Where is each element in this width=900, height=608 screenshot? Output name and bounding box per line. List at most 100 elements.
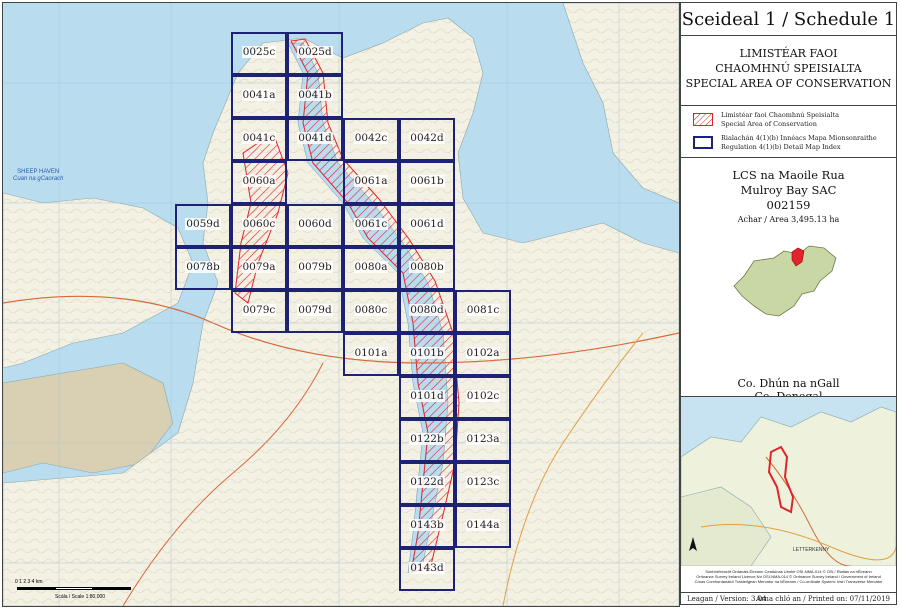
detail-map-cell-0080a[interactable]: 0080a [343, 247, 399, 290]
detail-map-cell-0102a[interactable]: 0102a [455, 333, 511, 376]
cell-label: 0123c [465, 476, 501, 488]
cell-label: 0101b [409, 347, 445, 359]
legend-item-sac: Limistéar faoi Chaomhnú Speisialta Speci… [693, 110, 893, 132]
cell-label: 0081c [465, 304, 501, 316]
cell-label: 0122d [409, 476, 445, 488]
scale-caption: Scála / Scale 1:80,000 [55, 594, 106, 600]
legend-item-index: Rialachán 4(1)(b) Innéacs Mapa Mionsonra… [693, 133, 893, 155]
detail-map-cell-0060a[interactable]: 0060a [231, 161, 287, 204]
cell-label: 0078b [185, 261, 221, 273]
cell-label: 0079b [297, 261, 333, 273]
version-number: Leagan / Version: 3.04 [687, 595, 767, 603]
cell-label: 0080a [353, 261, 389, 273]
cell-label: 0061b [409, 175, 445, 187]
detail-map-cell-0025d[interactable]: 0025d [287, 32, 343, 75]
schedule-title: Sceideal 1 / Schedule 1 [681, 9, 896, 30]
detail-map-cell-0143d[interactable]: 0143d [399, 548, 455, 591]
credit-line3: Córas Comhordanáidí Trasteilgean Mercato… [694, 579, 883, 584]
cell-label: 0123a [465, 433, 501, 445]
detail-map-cell-0079a[interactable]: 0079a [231, 247, 287, 290]
cell-label: 0102c [465, 390, 501, 402]
detail-map-cell-0079d[interactable]: 0079d [287, 290, 343, 333]
detail-map-cell-0060c[interactable]: 0060c [231, 204, 287, 247]
title-block: Sceideal 1 / Schedule 1 LIMISTÉAR FAOI C… [680, 2, 897, 605]
main-map[interactable]: SHEEP HAVEN Cuan na gCaorach 0025c 0025d 0… [2, 2, 680, 607]
cell-label: 0042c [353, 132, 389, 144]
cell-label: 0122b [409, 433, 445, 445]
scale-ticks: 0 1 2 3 4 km [15, 579, 43, 585]
detail-map-cell-0101b[interactable]: 0101b [399, 333, 455, 376]
cell-label: 0061a [353, 175, 389, 187]
map-sheet: SHEEP HAVEN Cuan na gCaorach 0025c 0025d 0… [0, 0, 900, 608]
legend-sac-ga: Limistéar faoi Chaomhnú Speisialta [721, 111, 839, 119]
scale-bar: 0 1 2 3 4 km Scála / Scale 1:80,000 [15, 578, 155, 604]
detail-map-cell-0078b[interactable]: 0078b [175, 247, 231, 290]
cell-label: 0061d [409, 218, 445, 230]
detail-map-cell-0041d[interactable]: 0041d [287, 118, 343, 161]
detail-map-cell-0061a[interactable]: 0061a [343, 161, 399, 204]
detail-map-cell-0061c[interactable]: 0061c [343, 204, 399, 247]
box-swatch-icon [693, 136, 713, 149]
detail-map-cell-0060d[interactable]: 0060d [287, 204, 343, 247]
detail-map-cell-0123a[interactable]: 0123a [455, 419, 511, 462]
cell-label: 0025d [297, 46, 333, 58]
detail-map-cell-0101d[interactable]: 0101d [399, 376, 455, 419]
detail-map-cell-0042c[interactable]: 0042c [343, 118, 399, 161]
detail-map-cell-0041b[interactable]: 0041b [287, 75, 343, 118]
detail-map-cell-0079b[interactable]: 0079b [287, 247, 343, 290]
cell-label: 0080c [353, 304, 389, 316]
cell-label: 0041c [241, 132, 277, 144]
cell-label: 0061c [353, 218, 389, 230]
cell-label: 0101d [409, 390, 445, 402]
site-area: Achar / Area 3,495.13 ha [737, 215, 840, 224]
site-info: LCS na Maoile Rua Mulroy Bay SAC 002159 … [681, 158, 896, 403]
cell-label: 0041a [241, 89, 277, 101]
detail-map-cell-0101a[interactable]: 0101a [343, 333, 399, 376]
detail-map-cell-0081c[interactable]: 0081c [455, 290, 511, 333]
legend-sac-en: Special Area of Conservation [721, 119, 817, 128]
cell-label: 0041b [297, 89, 333, 101]
site-code: 002159 [766, 198, 811, 212]
detail-map-cell-0041c[interactable]: 0041c [231, 118, 287, 161]
detail-map-cell-0122b[interactable]: 0122b [399, 419, 455, 462]
inset-map: LETTERKENNY [680, 396, 897, 567]
legend-index-en: Regulation 4(1)(b) Detail Map Index [721, 142, 841, 151]
cell-label: 0143b [409, 519, 445, 531]
cell-label: 0143d [409, 562, 445, 574]
detail-map-cell-0061b[interactable]: 0061b [399, 161, 455, 204]
cell-label: 0079d [297, 304, 333, 316]
detail-map-cell-0025c[interactable]: 0025c [231, 32, 287, 75]
cell-label: 0042d [409, 132, 445, 144]
detail-map-cell-0122d[interactable]: 0122d [399, 462, 455, 505]
credits: Suirbhéireacht Ordanáis Éireann Ceadúnas… [681, 566, 896, 593]
print-date: Arna chló an / Printed on: 07/11/2019 [755, 595, 890, 603]
cell-label: 0080b [409, 261, 445, 273]
detail-map-cell-0079c[interactable]: 0079c [231, 290, 287, 333]
version-row: Leagan / Version: 3.04 Arna chló an / Pr… [681, 593, 896, 605]
legend-index-ga: Rialachán 4(1)(b) Innéacs Mapa Mionsonra… [721, 134, 877, 142]
hatch-swatch-icon [693, 113, 713, 126]
cell-label: 0059d [185, 218, 221, 230]
detail-map-cell-0041a[interactable]: 0041a [231, 75, 287, 118]
detail-map-cell-0080d[interactable]: 0080d [399, 290, 455, 333]
cell-label: 0060c [241, 218, 277, 230]
cell-label: 0060a [241, 175, 277, 187]
cell-label: 0025c [241, 46, 277, 58]
detail-map-cell-0123c[interactable]: 0123c [455, 462, 511, 505]
designation-line2: CHAOMHNÚ SPEISIALTA [715, 62, 862, 75]
detail-map-cell-0080c[interactable]: 0080c [343, 290, 399, 333]
cell-label: 0060d [297, 218, 333, 230]
detail-map-cell-0061d[interactable]: 0061d [399, 204, 455, 247]
cell-label: 0079a [241, 261, 277, 273]
cell-label: 0080d [409, 304, 445, 316]
detail-map-cell-0143b[interactable]: 0143b [399, 505, 455, 548]
detail-map-cell-0102c[interactable]: 0102c [455, 376, 511, 419]
detail-map-cell-0059d[interactable]: 0059d [175, 204, 231, 247]
detail-map-cell-0080b[interactable]: 0080b [399, 247, 455, 290]
county-ga: Co. Dhún na nGall [737, 377, 840, 390]
cell-label: 0102a [465, 347, 501, 359]
detail-map-cell-0042d[interactable]: 0042d [399, 118, 455, 161]
cell-label: 0041d [297, 132, 333, 144]
detail-map-cell-0144a[interactable]: 0144a [455, 505, 511, 548]
designation-line3: SPECIAL AREA OF CONSERVATION [685, 77, 892, 90]
